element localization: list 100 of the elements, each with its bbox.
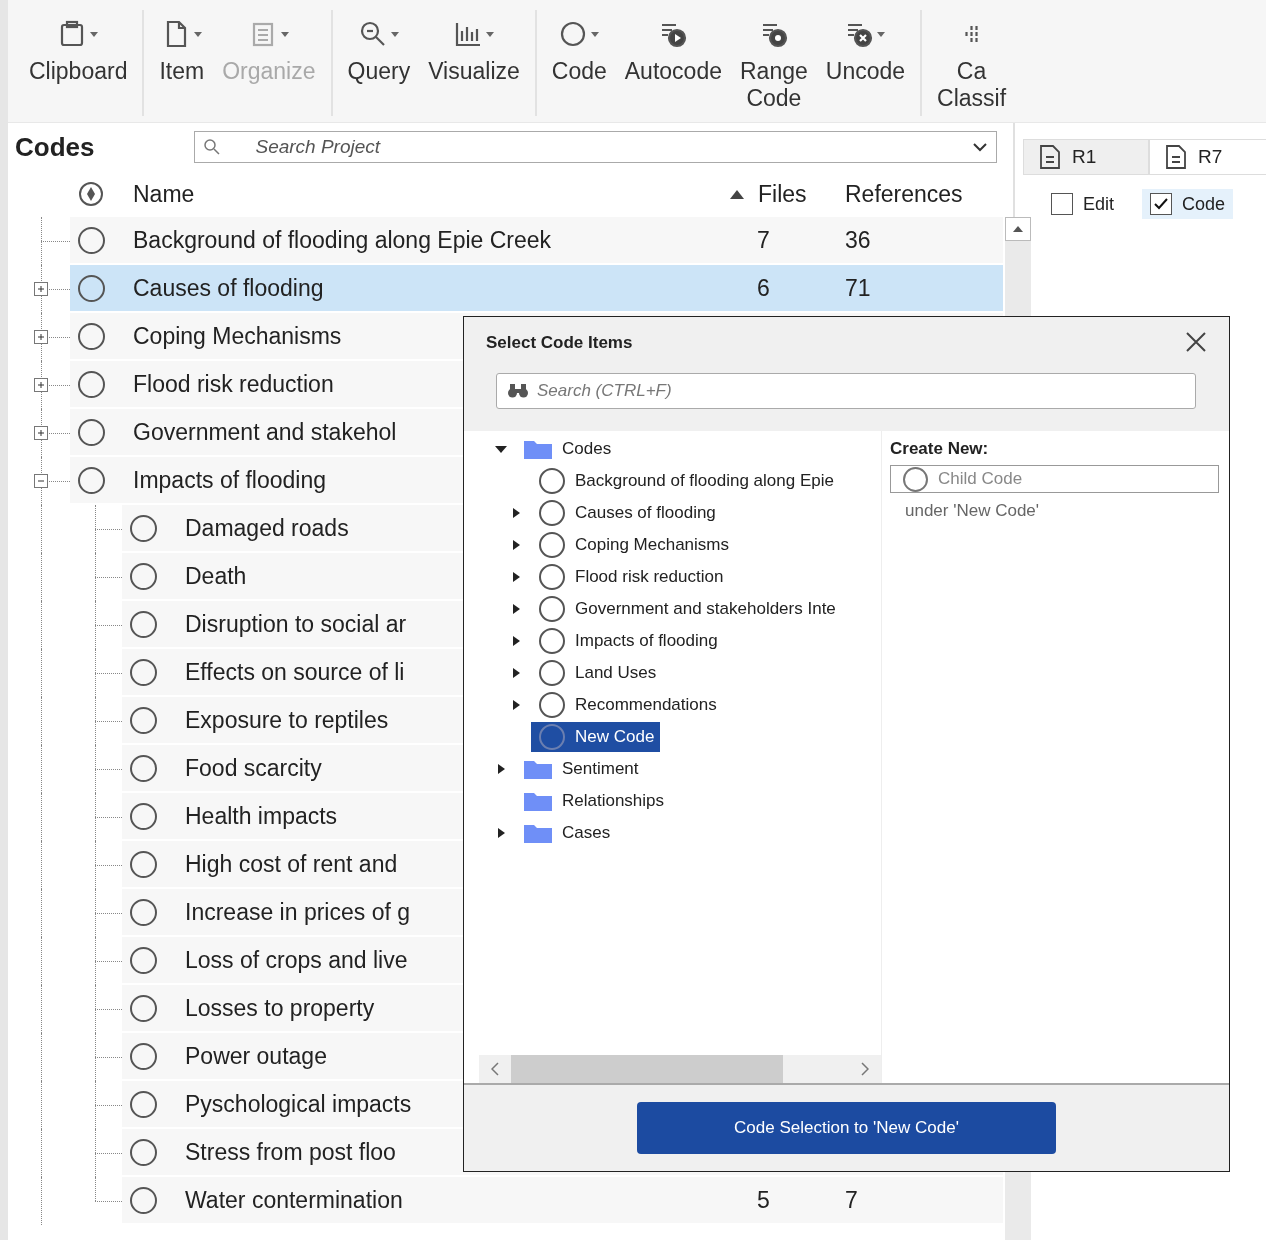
code-icon [130,898,157,926]
code-item[interactable]: Background of flooding along Epie [531,466,840,496]
search-field[interactable]: Search Project [194,131,998,163]
code-icon [903,466,928,492]
toolbar-button[interactable]: Range Code [733,10,815,116]
code-icon [78,418,105,446]
toolbar-button[interactable]: Clipboard [22,10,135,116]
toolbar-button[interactable]: Query [340,10,418,116]
code-icon [539,628,565,654]
search-field[interactable]: Search (CTRL+F) [496,373,1196,409]
expand-icon[interactable] [512,508,520,518]
folder-item[interactable]: Sentiment [516,757,645,781]
expand-icon[interactable] [512,636,520,646]
files-count: 7 [757,226,770,254]
scroll-left-icon[interactable] [491,1062,499,1076]
toolbar-button[interactable]: Visualize [421,10,527,116]
create-new-label: Create New: [890,439,990,460]
code-icon [130,1138,157,1166]
hint-text: under 'New Code' [904,500,1041,521]
code-selection-button[interactable]: Code Selection to 'New Code' [637,1102,1056,1154]
chevron-down-icon[interactable] [972,142,989,152]
code-icon [539,468,565,494]
caret-icon [192,29,203,39]
toolbar-button[interactable]: Uncode [818,10,913,116]
code-name: Death [185,562,247,590]
expand-icon[interactable] [512,700,520,710]
close-button[interactable] [1185,331,1207,353]
code-name: Exposure to reptiles [185,706,389,734]
checkbox[interactable]: Code [1142,189,1234,219]
code-name: Health impacts [185,802,338,830]
folder-item[interactable]: Codes [516,437,618,461]
code-name: Loss of crops and live [185,946,408,974]
code-row[interactable]: Water contermination 5 7 [122,1177,1003,1225]
caret-icon [279,29,290,39]
checkbox[interactable]: Edit [1043,189,1123,219]
expand-icon[interactable] [497,828,505,838]
caret-icon [590,29,601,39]
code-icon [130,1090,157,1118]
code-item[interactable]: Impacts of flooding [531,626,724,656]
code-name: Government and stakehol [133,418,397,446]
binoculars-icon [507,382,529,400]
files-count: 6 [757,274,770,302]
code-icon [130,658,157,686]
code-icon [539,532,565,558]
toolbar-button[interactable]: Ca Classif [930,10,1014,116]
code-icon [130,754,157,782]
toolbar-button[interactable]: Autocode [617,10,729,116]
collapse-icon[interactable] [495,445,507,453]
code-item[interactable]: Land Uses [531,658,663,688]
folder-icon [524,439,552,459]
code-item[interactable]: Government and stakeholders Inte [531,594,842,624]
code-icon [78,466,105,494]
code-name: Losses to property [185,994,375,1022]
scroll-up-icon[interactable] [1013,226,1023,232]
folder-item[interactable]: Relationships [516,789,671,813]
code-row[interactable]: Background of flooding along Epie Creek 7 36 [70,217,1003,265]
expand-icon[interactable] [512,540,520,550]
panel-title: Codes [15,131,95,163]
expand-icon[interactable] [512,668,520,678]
caret-icon [89,29,100,39]
folder-item[interactable]: Cases [516,821,617,845]
code-name: Water contermination [185,1186,403,1214]
expand-icon[interactable] [512,604,520,614]
code-icon [130,706,157,734]
folder-icon [524,823,552,843]
code-icon [539,564,565,590]
column-header[interactable]: References [845,180,1003,208]
code-item[interactable]: Flood risk reduction [531,562,730,592]
code-name: Damaged roads [185,514,349,542]
document-tab[interactable]: R1 [1023,139,1149,174]
toolbar-button[interactable]: Item [152,10,212,116]
toolbar-button[interactable]: Code [544,10,614,116]
code-icon [78,370,105,398]
expand-icon[interactable] [512,572,520,582]
expand-icon[interactable] [497,764,505,774]
code-icon [130,946,157,974]
files-count: 5 [757,1186,770,1214]
horizontal-scrollbar[interactable] [479,1055,881,1083]
code-row[interactable]: Causes of flooding 6 71 [70,265,1003,313]
code-item[interactable]: Recommendations [531,690,723,720]
dialog-title: Select Code Items [486,332,634,354]
code-name: Impacts of flooding [133,466,327,494]
code-icon [539,596,565,622]
code-icon [539,500,565,526]
column-header[interactable]: Name [133,180,730,208]
references-count: 36 [845,226,871,254]
caret-icon [389,29,400,39]
folder-icon [524,791,552,811]
column-header[interactable]: Files [730,180,845,208]
document-tab[interactable]: R7 [1149,139,1266,174]
child-code-field[interactable]: Child Code [890,465,1219,493]
document-icon [1038,144,1062,170]
code-icon [130,562,157,590]
code-item[interactable]: Causes of flooding [531,498,722,528]
code-item[interactable]: New Code [531,722,661,752]
references-count: 71 [845,274,871,302]
code-item[interactable]: Coping Mechanisms [531,530,735,560]
scroll-right-icon[interactable] [861,1062,869,1076]
code-icon [539,724,565,750]
code-icon [130,850,157,878]
